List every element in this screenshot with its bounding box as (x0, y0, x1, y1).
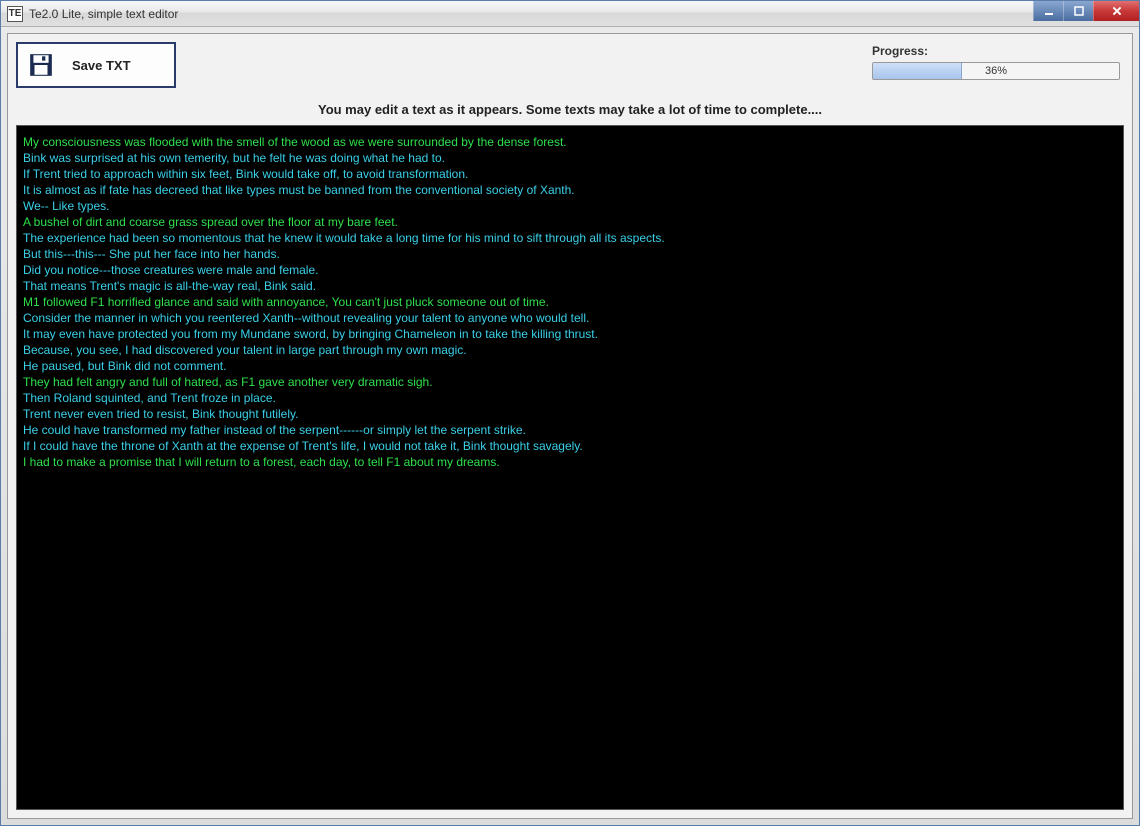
save-txt-button[interactable]: Save TXT (16, 42, 176, 88)
editor-line[interactable]: Consider the manner in which you reenter… (23, 310, 1117, 326)
window-controls (1033, 1, 1139, 21)
editor-line[interactable]: My consciousness was flooded with the sm… (23, 134, 1117, 150)
window-title: Te2.0 Lite, simple text editor (29, 7, 178, 21)
text-editor-area[interactable]: My consciousness was flooded with the sm… (16, 125, 1124, 810)
progress-section: Progress: 36% (872, 42, 1124, 80)
editor-line[interactable]: A bushel of dirt and coarse grass spread… (23, 214, 1117, 230)
progress-label: Progress: (872, 44, 1124, 58)
editor-line[interactable]: The experience had been so momentous tha… (23, 230, 1117, 246)
editor-line[interactable]: Then Roland squinted, and Trent froze in… (23, 390, 1117, 406)
editor-line[interactable]: That means Trent's magic is all-the-way … (23, 278, 1117, 294)
save-button-label: Save TXT (72, 58, 131, 73)
editor-line[interactable]: Trent never even tried to resist, Bink t… (23, 406, 1117, 422)
editor-line[interactable]: If I could have the throne of Xanth at t… (23, 438, 1117, 454)
editor-line[interactable]: If Trent tried to approach within six fe… (23, 166, 1117, 182)
editor-line[interactable]: Did you notice---those creatures were ma… (23, 262, 1117, 278)
app-icon: TE (7, 6, 23, 22)
minimize-button[interactable] (1033, 1, 1063, 21)
editor-line[interactable]: M1 followed F1 horrified glance and said… (23, 294, 1117, 310)
toolbar-row: Save TXT Progress: 36% (16, 42, 1124, 92)
editor-line[interactable]: But this---this--- She put her face into… (23, 246, 1117, 262)
close-button[interactable] (1093, 1, 1139, 21)
editor-line[interactable]: We-- Like types. (23, 198, 1117, 214)
hint-text: You may edit a text as it appears. Some … (16, 102, 1124, 117)
editor-line[interactable]: He could have transformed my father inst… (23, 422, 1117, 438)
editor-line[interactable]: It is almost as if fate has decreed that… (23, 182, 1117, 198)
editor-line[interactable]: It may even have protected you from my M… (23, 326, 1117, 342)
close-icon (1111, 5, 1123, 17)
editor-line[interactable]: Bink was surprised at his own temerity, … (23, 150, 1117, 166)
maximize-button[interactable] (1063, 1, 1093, 21)
titlebar[interactable]: TE Te2.0 Lite, simple text editor (1, 1, 1139, 27)
client-area: Save TXT Progress: 36% You may edit a te… (7, 33, 1133, 819)
floppy-disk-icon (28, 52, 54, 78)
editor-line[interactable]: I had to make a promise that I will retu… (23, 454, 1117, 470)
editor-line[interactable]: Because, you see, I had discovered your … (23, 342, 1117, 358)
maximize-icon (1074, 6, 1084, 16)
progress-bar: 36% (872, 62, 1120, 80)
editor-line[interactable]: They had felt angry and full of hatred, … (23, 374, 1117, 390)
app-window: TE Te2.0 Lite, simple text editor (0, 0, 1140, 826)
minimize-icon (1044, 6, 1054, 16)
progress-percent-text: 36% (873, 63, 1119, 80)
editor-line[interactable]: He paused, but Bink did not comment. (23, 358, 1117, 374)
